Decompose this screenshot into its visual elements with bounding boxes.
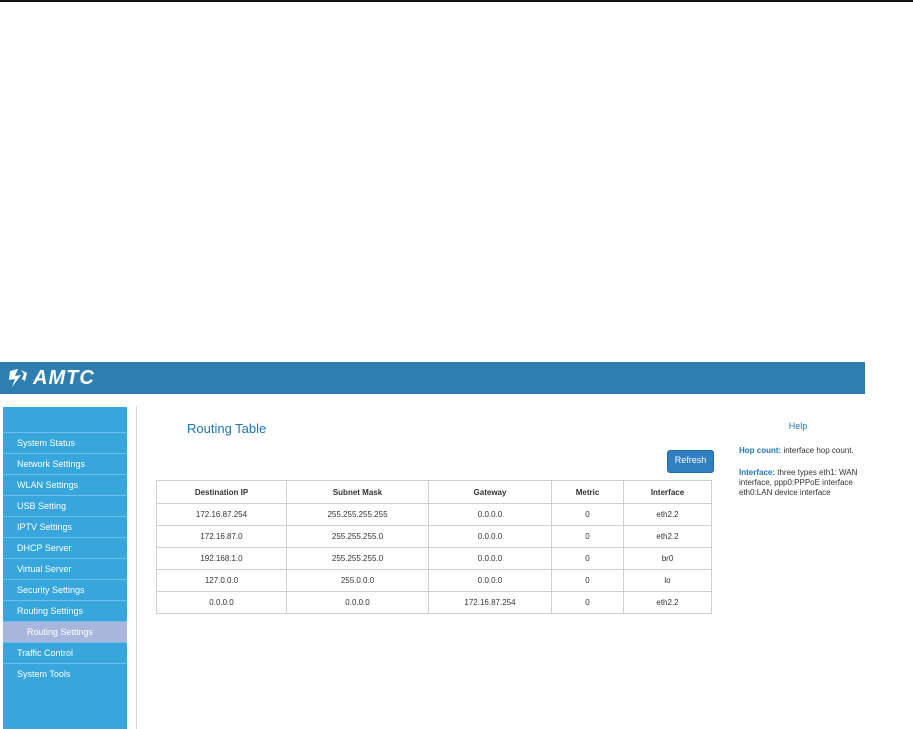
sidebar-item-iptv-settings[interactable]: IPTV Settings [3, 517, 127, 538]
column-header-interface: Interface [623, 480, 712, 504]
cell-interface: br0 [623, 547, 712, 570]
help-hop-count: Hop count: interface hop count. [739, 446, 865, 456]
sidebar-item-system-tools[interactable]: System Tools [3, 664, 127, 684]
help-hop-count-key: Hop count: [739, 446, 782, 455]
header-bar: AMTC [0, 362, 865, 394]
sidebar-item-virtual-server[interactable]: Virtual Server [3, 559, 127, 580]
cell-destination-ip: 0.0.0.0 [156, 591, 287, 614]
help-title: Help [788, 421, 808, 431]
cell-destination-ip: 172.16.87.0 [156, 525, 287, 548]
sidebar-item-wlan-settings[interactable]: WLAN Settings [3, 475, 127, 496]
sidebar-top-spacer [3, 407, 127, 433]
top-rule [0, 0, 913, 2]
logo-icon [9, 369, 27, 387]
sidebar-item-usb-setting[interactable]: USB Setting [3, 496, 127, 517]
cell-metric: 0 [551, 569, 624, 592]
router-admin-frame: AMTC System Status Network Settings WLAN… [0, 362, 865, 729]
cell-metric: 0 [551, 547, 624, 570]
cell-interface: eth2.2 [623, 591, 712, 614]
help-hop-count-text: interface hop count. [781, 446, 854, 455]
table-header-row: Destination IP Subnet Mask Gateway Metri… [156, 480, 712, 504]
column-header-subnet-mask: Subnet Mask [286, 480, 429, 504]
cell-destination-ip: 192.168.1.0 [156, 547, 287, 570]
sidebar-item-system-status[interactable]: System Status [3, 433, 127, 454]
column-header-metric: Metric [551, 480, 624, 504]
cell-subnet-mask: 255.0.0.0 [286, 569, 429, 592]
page-title: Routing Table [187, 421, 267, 436]
sidebar-item-network-settings[interactable]: Network Settings [3, 454, 127, 475]
cell-subnet-mask: 255.255.255.0 [286, 525, 429, 548]
sidebar-item-dhcp-server[interactable]: DHCP Server [3, 538, 127, 559]
column-header-gateway: Gateway [428, 480, 552, 504]
routing-table: Destination IP Subnet Mask Gateway Metri… [156, 480, 712, 614]
cell-gateway: 172.16.87.254 [428, 591, 552, 614]
cell-interface: eth2.2 [623, 503, 712, 526]
table-row: 0.0.0.0 0.0.0.0 172.16.87.254 0 eth2.2 [156, 591, 712, 614]
cell-destination-ip: 127.0.0.0 [156, 569, 287, 592]
help-panel: Help Hop count: interface hop count. Int… [731, 406, 865, 729]
column-header-destination-ip: Destination IP [156, 480, 287, 504]
main-panel: Routing Table Refresh Destination IP Sub… [136, 406, 732, 729]
table-row: 172.16.87.254 255.255.255.255 0.0.0.0 0 … [156, 503, 712, 526]
cell-gateway: 0.0.0.0 [428, 547, 552, 570]
sidebar-subitem-routing-settings[interactable]: Routing Settings [3, 622, 127, 643]
sidebar-item-traffic-control[interactable]: Traffic Control [3, 643, 127, 664]
cell-gateway: 0.0.0.0 [428, 569, 552, 592]
sidebar: System Status Network Settings WLAN Sett… [3, 407, 127, 729]
cell-interface: lo [623, 569, 712, 592]
cell-subnet-mask: 0.0.0.0 [286, 591, 429, 614]
cell-gateway: 0.0.0.0 [428, 503, 552, 526]
cell-metric: 0 [551, 503, 624, 526]
header-gap [0, 394, 865, 406]
help-interface: Interface: three types eth1: WAN interfa… [739, 468, 865, 498]
help-interface-key: Interface: [739, 468, 776, 477]
cell-interface: eth2.2 [623, 525, 712, 548]
sidebar-item-security-settings[interactable]: Security Settings [3, 580, 127, 601]
cell-metric: 0 [551, 591, 624, 614]
brand-logo: AMTC [7, 367, 95, 389]
cell-subnet-mask: 255.255.255.255 [286, 503, 429, 526]
table-row: 172.16.87.0 255.255.255.0 0.0.0.0 0 eth2… [156, 525, 712, 548]
cell-destination-ip: 172.16.87.254 [156, 503, 287, 526]
sidebar-item-routing-settings[interactable]: Routing Settings [3, 601, 127, 622]
brand-name: AMTC [33, 366, 95, 389]
refresh-button[interactable]: Refresh [667, 450, 714, 473]
table-row: 192.168.1.0 255.255.255.0 0.0.0.0 0 br0 [156, 547, 712, 570]
cell-gateway: 0.0.0.0 [428, 525, 552, 548]
table-row: 127.0.0.0 255.0.0.0 0.0.0.0 0 lo [156, 569, 712, 592]
cell-metric: 0 [551, 525, 624, 548]
cell-subnet-mask: 255.255.255.0 [286, 547, 429, 570]
